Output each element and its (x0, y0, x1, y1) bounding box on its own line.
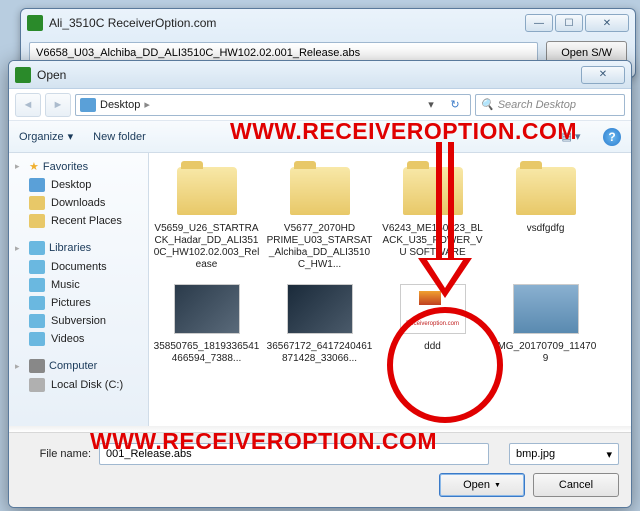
recent-icon (29, 214, 45, 228)
music-icon (29, 278, 45, 292)
sidebar-item-desktop[interactable]: Desktop (9, 176, 148, 194)
search-placeholder: Search Desktop (498, 99, 576, 111)
desktop-icon (29, 178, 45, 192)
minimize-button[interactable]: — (525, 14, 553, 32)
folder-item[interactable]: V5659_U26_STARTRACK_Hadar_DD_ALI3510C_HW… (151, 159, 262, 275)
items-grid: V5659_U26_STARTRACK_Hadar_DD_ALI3510C_HW… (151, 159, 629, 369)
chevron-right-icon: ▸ (144, 98, 150, 111)
folder-icon (177, 167, 237, 215)
dialog-icon (15, 67, 31, 83)
image-thumbnail (174, 284, 240, 334)
nav-row: ◄ ► Desktop ▸ ▾ ↻ 🔍 Search Desktop (9, 89, 631, 121)
documents-icon (29, 260, 45, 274)
sidebar-item-local-disk[interactable]: Local Disk (C:) (9, 376, 148, 394)
open-file-dialog: Open ✕ ◄ ► Desktop ▸ ▾ ↻ 🔍 Search Deskto… (8, 60, 632, 508)
dialog-close-button[interactable]: ✕ (581, 66, 625, 84)
image-thumbnail (513, 284, 579, 334)
new-folder-button[interactable]: New folder (93, 131, 146, 143)
pictures-icon (29, 296, 45, 310)
nav-forward-button[interactable]: ► (45, 93, 71, 117)
sidebar-item-pictures[interactable]: Pictures (9, 294, 148, 312)
dialog-title: Open (37, 68, 581, 82)
dialog-body: ▸ ★ Favorites Desktop Downloads Recent P… (9, 153, 631, 426)
folder-icon (29, 196, 45, 210)
breadcrumb-dropdown[interactable]: ▾ (422, 98, 440, 111)
search-icon: 🔍 (480, 98, 494, 111)
dialog-window-controls: ✕ (581, 66, 625, 84)
image-item[interactable]: ddd (377, 277, 488, 369)
computer-heading[interactable]: ▸ Computer (9, 356, 148, 376)
favorites-heading[interactable]: ▸ ★ Favorites (9, 157, 148, 176)
folder-icon (403, 167, 463, 215)
sidebar-item-subversion[interactable]: Subversion (9, 312, 148, 330)
filename-input[interactable] (99, 443, 489, 465)
button-row: Open▼ Cancel (21, 473, 619, 497)
toolbar: Organize▾ New folder ▤ ▾ ? (9, 121, 631, 153)
sidebar-item-downloads[interactable]: Downloads (9, 194, 148, 212)
open-button[interactable]: Open▼ (439, 473, 525, 497)
dialog-footer: File name: bmp.jpg ▾ Open▼ Cancel (9, 432, 631, 507)
chevron-down-icon: ▾ (68, 130, 74, 143)
image-thumbnail (400, 284, 466, 334)
chevron-down-icon: ▼ (494, 482, 501, 489)
nav-back-button[interactable]: ◄ (15, 93, 41, 117)
libraries-heading[interactable]: ▸ Libraries (9, 238, 148, 258)
folder-item[interactable]: V5677_2070HD PRIME_U03_STARSAT_Alchiba_D… (264, 159, 375, 275)
view-options-button[interactable]: ▤ ▾ (559, 126, 583, 148)
parent-titlebar: Ali_3510C ReceiverOption.com — ☐ ✕ (21, 9, 635, 37)
image-item[interactable]: 35850765_1819336541466594_7388... (151, 277, 262, 369)
star-icon: ★ (29, 160, 39, 173)
libraries-icon (29, 241, 45, 255)
maximize-button[interactable]: ☐ (555, 14, 583, 32)
help-icon[interactable]: ? (603, 128, 621, 146)
folder-item[interactable]: vsdfgdfg (490, 159, 601, 275)
refresh-icon[interactable]: ↻ (444, 98, 466, 111)
parent-window-title: Ali_3510C ReceiverOption.com (49, 16, 525, 30)
image-thumbnail (287, 284, 353, 334)
image-item[interactable]: IMG_20170709_114709 (490, 277, 601, 369)
disk-icon (29, 378, 45, 392)
file-type-filter[interactable]: bmp.jpg ▾ (509, 443, 619, 465)
cancel-button[interactable]: Cancel (533, 473, 619, 497)
chevron-icon: ▸ (15, 243, 25, 254)
breadcrumb-location: Desktop (100, 99, 140, 111)
window-controls: — ☐ ✕ (525, 14, 629, 32)
subversion-icon (29, 314, 45, 328)
sidebar-item-recent[interactable]: Recent Places (9, 212, 148, 230)
computer-icon (29, 359, 45, 373)
folder-icon (516, 167, 576, 215)
sidebar: ▸ ★ Favorites Desktop Downloads Recent P… (9, 153, 149, 426)
filename-label: File name: (21, 448, 91, 460)
filename-row: File name: bmp.jpg ▾ (21, 443, 619, 465)
chevron-icon: ▸ (15, 361, 25, 372)
computer-group: ▸ Computer Local Disk (C:) (9, 356, 148, 394)
image-item[interactable]: 36567172_6417240461871428_33066... (264, 277, 375, 369)
organize-menu[interactable]: Organize▾ (19, 130, 73, 143)
breadcrumb[interactable]: Desktop ▸ ▾ ↻ (75, 94, 471, 116)
desktop-icon (80, 98, 96, 112)
libraries-group: ▸ Libraries Documents Music Pictures Sub… (9, 238, 148, 348)
videos-icon (29, 332, 45, 346)
favorites-group: ▸ ★ Favorites Desktop Downloads Recent P… (9, 157, 148, 230)
sidebar-item-music[interactable]: Music (9, 276, 148, 294)
close-button[interactable]: ✕ (585, 14, 629, 32)
file-list[interactable]: V5659_U26_STARTRACK_Hadar_DD_ALI3510C_HW… (149, 153, 631, 426)
sidebar-item-videos[interactable]: Videos (9, 330, 148, 348)
sidebar-item-documents[interactable]: Documents (9, 258, 148, 276)
folder-item[interactable]: V6243_ME160523_BLACK_U35_POWER_VU SOFTWA… (377, 159, 488, 275)
folder-icon (290, 167, 350, 215)
chevron-down-icon: ▾ (606, 448, 612, 461)
search-input[interactable]: 🔍 Search Desktop (475, 94, 625, 116)
chevron-icon: ▸ (15, 161, 25, 172)
dialog-titlebar: Open ✕ (9, 61, 631, 89)
app-icon (27, 15, 43, 31)
